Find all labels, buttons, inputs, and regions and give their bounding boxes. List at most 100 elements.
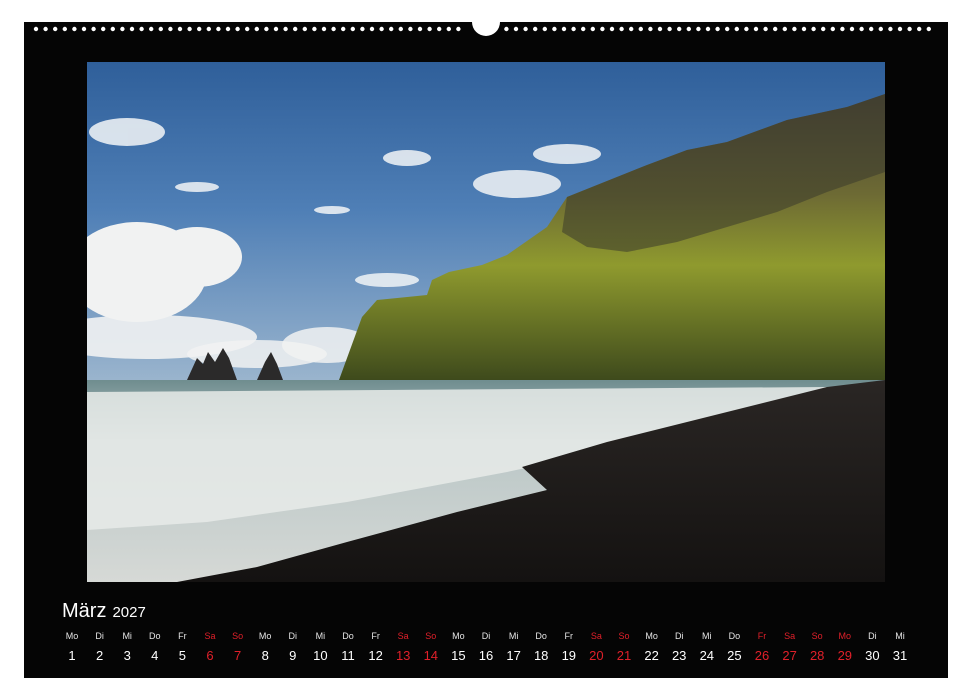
calendar-day: So 21: [610, 630, 638, 663]
day-number: 5: [178, 648, 186, 663]
binding-hole: [907, 26, 912, 32]
binding-hole: [53, 26, 58, 32]
weekday-label: Mi: [122, 631, 132, 641]
binding-hole: [408, 26, 413, 32]
binding-hole: [350, 26, 355, 32]
calendar-day: Fr 12: [362, 630, 390, 663]
calendar-day: Sa 20: [582, 630, 610, 663]
binding-hole: [878, 26, 883, 32]
binding-hole: [158, 26, 163, 32]
day-number: 26: [754, 648, 770, 663]
binding-hole: [302, 26, 307, 32]
calendar-day: Mi 31: [886, 630, 914, 663]
day-number: 13: [395, 648, 411, 663]
binding-hole: [609, 26, 615, 32]
binding-hole: [283, 26, 288, 32]
binding-hole: [225, 26, 231, 32]
binding-hole: [533, 26, 538, 32]
day-number: 20: [589, 648, 604, 663]
binding-hole: [398, 26, 403, 32]
calendar-day: Mi 3: [113, 630, 141, 663]
day-number: 12: [368, 648, 383, 663]
weekday-label: Mo: [838, 631, 852, 641]
binding-hole: [888, 26, 893, 32]
binding-hole: [389, 26, 394, 32]
binding-hole: [101, 26, 106, 32]
calendar-day: So 28: [803, 630, 831, 663]
binding-hole: [821, 26, 826, 32]
calendar-day: Fr 26: [748, 630, 776, 663]
day-number: 27: [782, 648, 797, 663]
binding-hole: [571, 26, 576, 32]
calendar-day: Mo 1: [58, 630, 86, 663]
day-number: 31: [892, 648, 908, 663]
weekday-label: Di: [95, 631, 104, 641]
calendar-day: So 7: [224, 630, 252, 663]
weekday-label: Mi: [895, 631, 905, 641]
binding-hole: [600, 26, 605, 32]
binding-hole: [705, 26, 711, 32]
binding-hole: [696, 26, 701, 32]
calendar-day: Mi 24: [693, 630, 721, 663]
binding-hole: [581, 26, 586, 32]
day-number: 10: [313, 648, 328, 663]
month-year: 2027: [112, 604, 146, 621]
day-number: 3: [123, 648, 131, 663]
weekday-label: Mo: [65, 631, 79, 641]
weekday-label: Di: [868, 631, 877, 641]
day-number: 29: [837, 648, 853, 663]
day-number: 4: [151, 648, 159, 663]
binding-hole: [513, 26, 519, 32]
weekday-label: Mo: [452, 631, 465, 641]
month-title: März 2027: [62, 600, 146, 623]
binding-hole: [734, 26, 739, 32]
weekday-label: Mo: [645, 631, 658, 641]
binding-hole: [897, 26, 903, 32]
binding-hole: [216, 26, 221, 32]
binding-hole: [206, 26, 211, 32]
binding-hole: [321, 26, 327, 32]
binding-hole: [667, 26, 672, 32]
binding-hole: [245, 26, 250, 32]
calendar-day: Mo 29: [831, 630, 859, 663]
weekday-label: Fr: [757, 631, 767, 641]
binding-hole: [168, 26, 173, 32]
binding-hole: [715, 26, 720, 32]
calendar-days-row: Mo 1 Di 2 Mi 3 Do 4 Fr 5 Sa 6 So 7 Mo 8 Di 9 Mi 10 Do 11 Fr 12 S…: [58, 630, 918, 670]
weekday-label: So: [618, 631, 630, 641]
calendar-day: Di 9: [279, 630, 307, 663]
day-number: 30: [865, 648, 880, 663]
calendar-day: Do 4: [141, 630, 169, 663]
binding-hole: [187, 26, 192, 32]
calendar-day: Sa 6: [196, 630, 224, 663]
day-number: 11: [341, 648, 355, 663]
binding-hole: [753, 26, 759, 32]
weekday-label: Mo: [258, 631, 272, 641]
calendar-day: Di 30: [858, 630, 886, 663]
binding-hole: [840, 26, 845, 32]
calendar-day: Mo 22: [638, 630, 666, 663]
month-name: März: [62, 600, 107, 622]
calendar-day: Fr 5: [168, 630, 196, 663]
binding-hole: [677, 26, 682, 32]
binding-hole: [369, 26, 375, 32]
day-number: 28: [809, 648, 825, 663]
binding-hole: [235, 26, 240, 32]
calendar-day: Mo 8: [251, 630, 279, 663]
day-number: 7: [233, 648, 242, 663]
calendar-day: Mo 15: [444, 630, 472, 663]
calendar-day: Mi 17: [500, 630, 528, 663]
binding-hole: [427, 26, 432, 32]
day-number: 14: [423, 648, 439, 663]
binding-hole: [177, 26, 183, 32]
calendar-day: Di 23: [665, 630, 693, 663]
binding-hole: [379, 26, 384, 32]
binding-hole: [331, 26, 336, 32]
weekday-label: Di: [288, 631, 298, 641]
day-number: 8: [261, 648, 269, 663]
binding-hole: [293, 26, 298, 32]
calendar-day: Di 16: [472, 630, 500, 663]
binding-hole: [273, 26, 279, 32]
day-number: 23: [671, 648, 687, 663]
binding-hole: [72, 26, 77, 32]
